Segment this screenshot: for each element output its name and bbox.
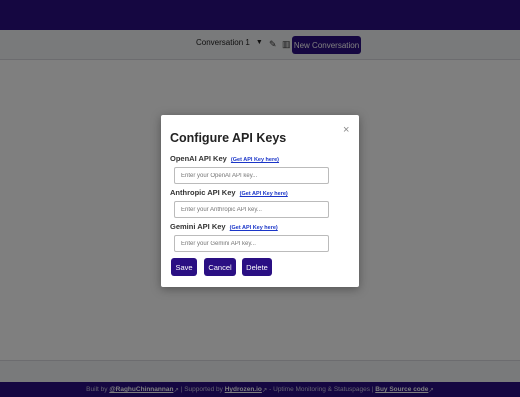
openai-key-input[interactable] — [174, 167, 329, 184]
gemini-get-key-link[interactable]: (Get API Key here) — [230, 225, 278, 231]
save-button[interactable]: Save — [171, 258, 197, 276]
modal-title: Configure API Keys — [170, 131, 287, 145]
anthropic-key-label-text: Anthropic API Key — [170, 188, 236, 197]
cancel-button[interactable]: Cancel — [204, 258, 236, 276]
anthropic-key-input[interactable] — [174, 201, 329, 218]
openai-key-label-text: OpenAI API Key — [170, 154, 227, 163]
close-icon[interactable]: × — [343, 124, 349, 136]
openai-get-key-link[interactable]: (Get API Key here) — [231, 157, 279, 163]
anthropic-key-label: Anthropic API Key (Get API Key here) — [170, 188, 288, 197]
gemini-key-label: Gemini API Key (Get API Key here) — [170, 222, 278, 231]
anthropic-get-key-link[interactable]: (Get API Key here) — [240, 191, 288, 197]
gemini-key-input[interactable] — [174, 235, 329, 252]
delete-button[interactable]: Delete — [242, 258, 272, 276]
api-keys-modal: Configure API Keys × OpenAI API Key (Get… — [161, 115, 359, 287]
openai-key-label: OpenAI API Key (Get API Key here) — [170, 154, 279, 163]
gemini-key-label-text: Gemini API Key — [170, 222, 226, 231]
